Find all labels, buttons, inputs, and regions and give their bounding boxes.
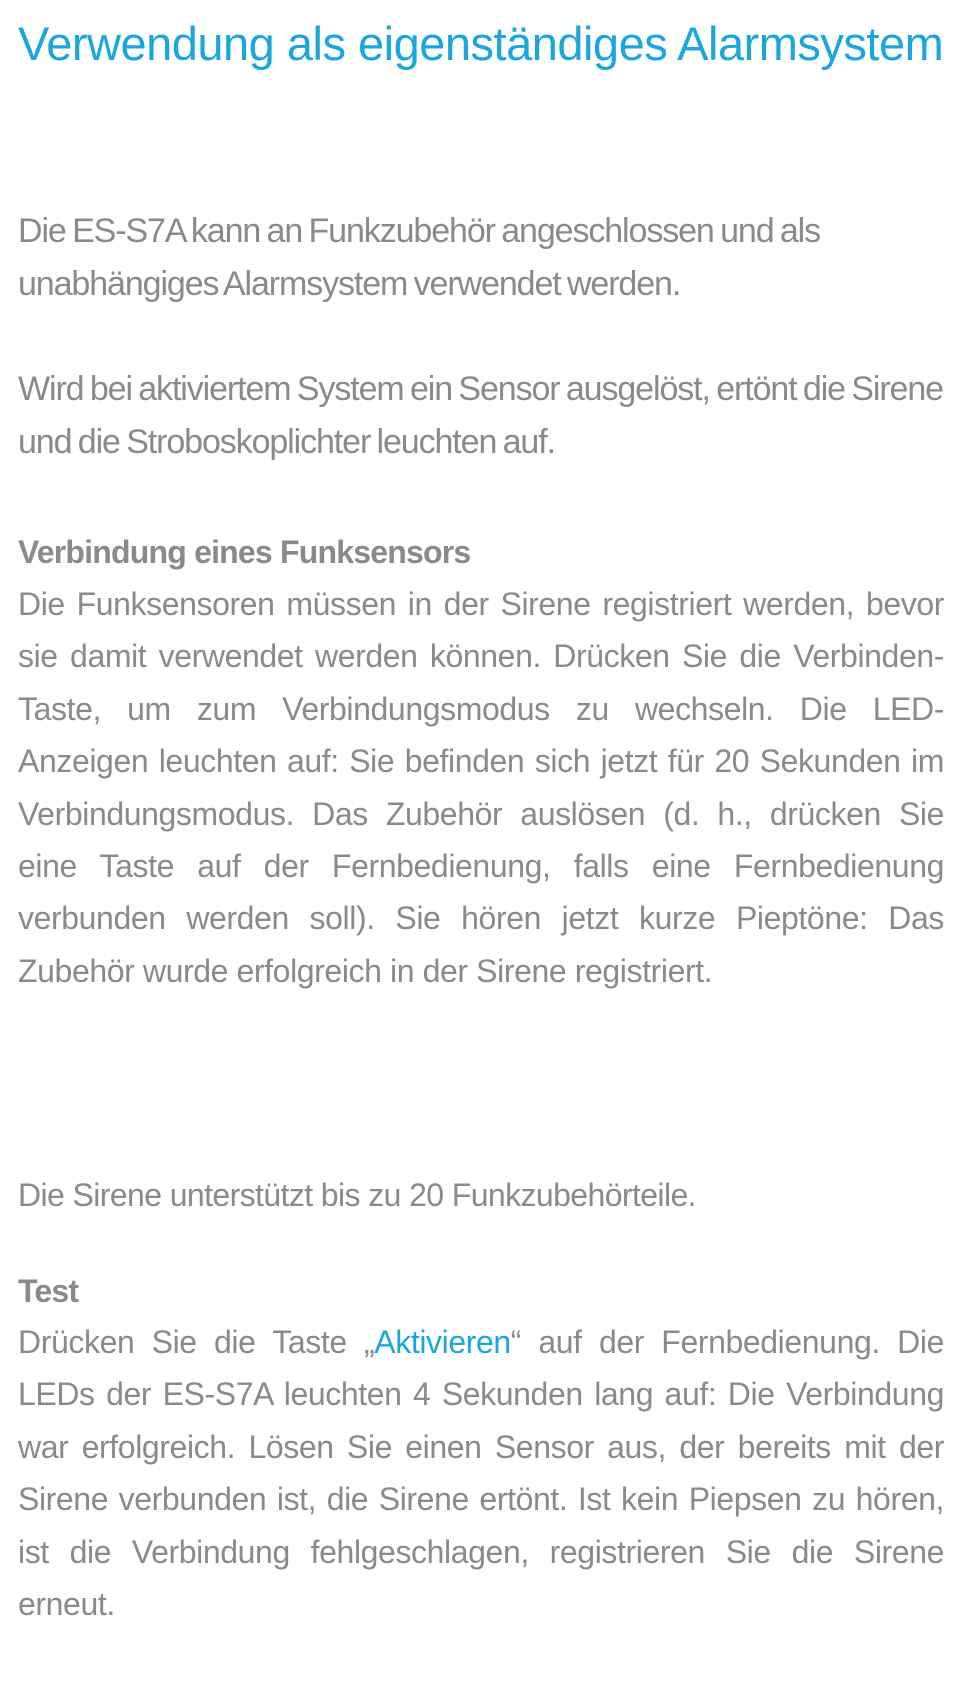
page-title: Verwendung als eigenständiges Alarmsyste… [18,17,944,70]
activate-button-reference: Aktivieren [374,1324,511,1360]
intro-paragraph: Die ES-S7A kann an Funkzubehör angeschlo… [18,212,821,303]
test-body-text-start: Drücken Sie die Taste „ [18,1324,375,1360]
test-body-text-end: “ auf der Fernbedienung. Die LEDs der ES… [18,1324,944,1623]
section-body-test: Drücken Sie die Taste „Aktivieren“ auf d… [18,1316,944,1630]
section-heading-test: Test [18,1273,79,1309]
intro-paragraph: Wird bei aktiviertem System ein Sensor a… [18,370,944,461]
section-body-connection: Die Funksensoren müssen in der Sirene re… [18,586,944,989]
section-heading-connection: Verbindung eines Funksensors [18,534,471,570]
accessory-limit-note: Die Sirene unterstützt bis zu 20 Funkzub… [18,1177,697,1213]
